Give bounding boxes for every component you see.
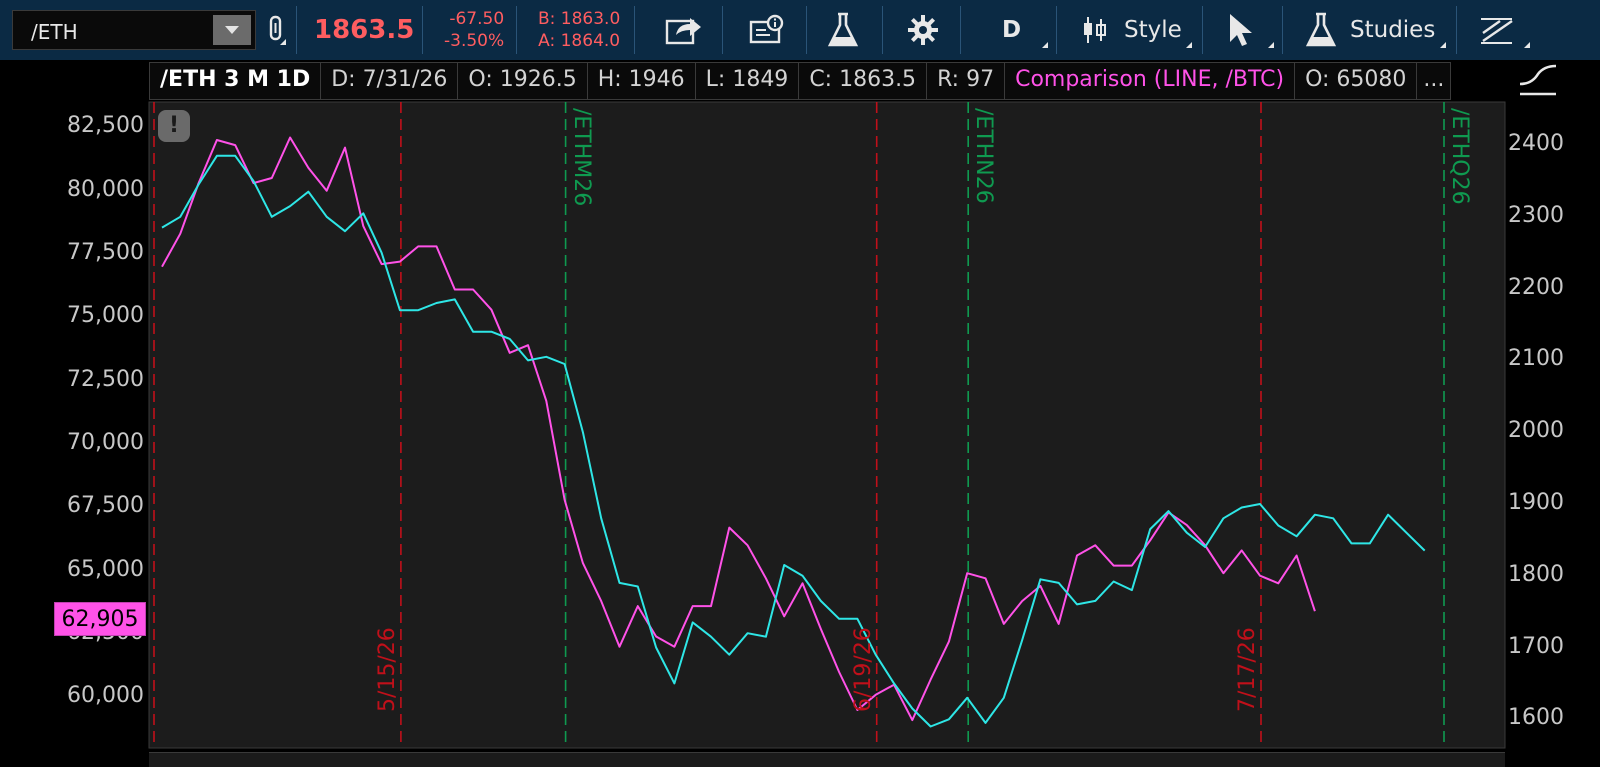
- symbol-selector[interactable]: /ETH: [12, 10, 256, 50]
- right-axis-tick: 1600: [1508, 705, 1564, 731]
- header-close: C: 1863.5: [799, 63, 928, 99]
- studies-button[interactable]: Studies: [1350, 0, 1435, 60]
- marker-label-61926: 6/19/26: [850, 627, 876, 712]
- left-axis-tick: 80,000: [67, 176, 144, 202]
- style-button[interactable]: Style: [1124, 0, 1182, 60]
- price-chart[interactable]: [0, 60, 1600, 752]
- chart-title: /ETH 3 M 1D: [150, 63, 322, 99]
- cursor-icon[interactable]: [1226, 0, 1256, 60]
- plot-background: [148, 101, 1506, 749]
- right-axis-tick: 2200: [1508, 274, 1564, 300]
- news-icon[interactable]: [748, 0, 786, 60]
- candles-icon[interactable]: [1080, 0, 1110, 60]
- last-price: 1863.5: [314, 15, 415, 45]
- gear-icon[interactable]: [906, 0, 940, 60]
- net-change: -67.50 -3.50%: [444, 0, 504, 60]
- header-high: H: 1946: [588, 63, 696, 99]
- warning-badge[interactable]: !: [158, 110, 190, 142]
- left-axis-tick: 60,000: [67, 683, 144, 709]
- marker-label-ethn26: /ETHN26: [971, 108, 997, 204]
- toolbar: /ETH 1863.5 -67.50 -3.50% B: 1863.0 A: 1…: [0, 0, 1600, 61]
- header-range: R: 97: [927, 63, 1006, 99]
- bid-ask: B: 1863.0 A: 1864.0: [538, 0, 620, 60]
- current-comparison-price-tag: 62,905: [54, 602, 146, 636]
- left-axis-tick: 67,500: [67, 493, 144, 519]
- aggregation-button[interactable]: D: [1002, 0, 1021, 60]
- symbol-text[interactable]: /ETH: [31, 20, 78, 44]
- left-axis-tick: 72,500: [67, 366, 144, 392]
- header-comparison: Comparison (LINE, /BTC): [1005, 63, 1296, 99]
- header-low: L: 1849: [696, 63, 800, 99]
- left-axis-tick: 82,500: [67, 113, 144, 139]
- right-axis-tick: 2100: [1508, 346, 1564, 372]
- bid-value: B: 1863.0: [538, 9, 621, 29]
- marker-label-71726: 7/17/26: [1235, 627, 1260, 712]
- net-change-value: -67.50: [449, 9, 505, 29]
- right-axis-tick: 1900: [1508, 489, 1564, 515]
- left-axis-tick: 65,000: [67, 556, 144, 582]
- marker-label-ethm26: /ETHM26: [568, 108, 594, 207]
- drawing-icon[interactable]: [1478, 0, 1518, 60]
- right-axis-tick: 1800: [1508, 561, 1564, 587]
- header-open: O: 1926.5: [458, 63, 588, 99]
- percent-change-value: -3.50%: [444, 31, 505, 51]
- header-date: D: 7/31/26: [321, 63, 459, 99]
- studies-flask-icon[interactable]: [1304, 0, 1338, 60]
- chart-scrollbar[interactable]: [149, 752, 1505, 767]
- left-axis-tick: 77,500: [67, 240, 144, 265]
- header-comp-open: O: 65080: [1295, 63, 1418, 99]
- marker-label-ethq26: /ETHQ26: [1447, 108, 1472, 205]
- chart-header: /ETH 3 M 1D D: 7/31/26 O: 1926.5 H: 1946…: [149, 62, 1452, 100]
- marker-label-51526: 5/15/26: [374, 627, 400, 712]
- share-icon[interactable]: [664, 0, 704, 60]
- right-axis-tick: 1700: [1508, 633, 1564, 659]
- symbol-dropdown-button[interactable]: [213, 15, 251, 45]
- ask-value: A: 1864.0: [538, 31, 621, 51]
- left-axis-tick: 75,000: [67, 303, 144, 329]
- link-icon[interactable]: [266, 0, 288, 60]
- header-more[interactable]: ...: [1417, 63, 1450, 99]
- chart-settings-icon[interactable]: [1512, 60, 1560, 100]
- right-axis-tick: 2000: [1508, 418, 1564, 444]
- right-axis-tick: 2300: [1508, 202, 1564, 228]
- flask-icon[interactable]: [826, 0, 860, 60]
- left-axis-tick: 70,000: [67, 430, 144, 455]
- right-axis-tick: 2400: [1508, 131, 1564, 157]
